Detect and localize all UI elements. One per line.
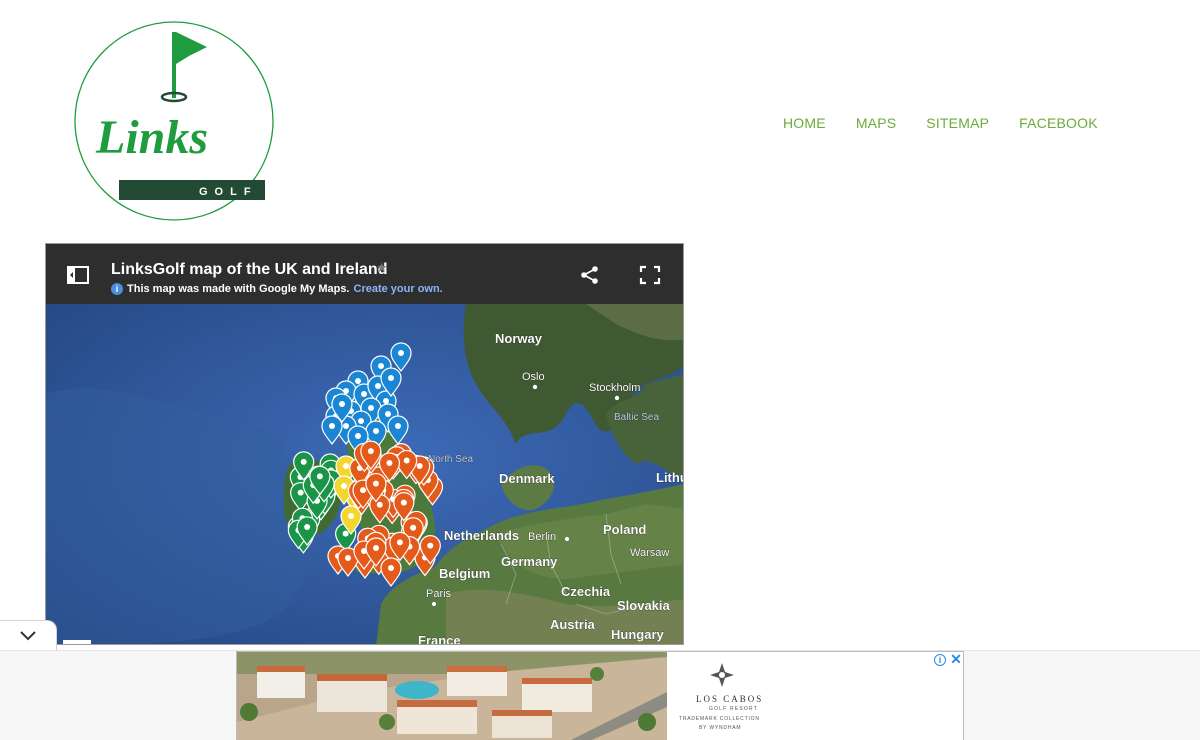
info-icon: i bbox=[111, 283, 123, 295]
map-title[interactable]: LinksGolf map of the UK and Ireland bbox=[111, 261, 387, 279]
label-north-sea: North Sea bbox=[428, 454, 473, 465]
label-stockholm: Stockholm bbox=[589, 382, 640, 394]
label-hungary: Hungary bbox=[611, 627, 665, 642]
map-subtitle-text: This map was made with Google My Maps. bbox=[127, 283, 350, 295]
map-subtitle: i This map was made with Google My Maps.… bbox=[111, 283, 443, 295]
label-warsaw: Warsaw bbox=[630, 547, 669, 559]
ad-brand-sub: GOLF RESORT bbox=[709, 706, 758, 712]
map-pin-dot bbox=[361, 391, 367, 397]
map-pin-dot bbox=[388, 565, 394, 571]
anchor-ad-bar: LOS CABOS GOLF RESORT TRADEMARK COLLECTI… bbox=[0, 650, 1200, 740]
site-logo[interactable]: Links GOLF bbox=[72, 20, 276, 222]
label-oslo: Oslo bbox=[522, 371, 545, 383]
map-pin-dot bbox=[343, 423, 349, 429]
map-header: LinksGolf map of the UK and Ireland ★ i … bbox=[46, 244, 683, 304]
label-lithuania: Lithu bbox=[656, 470, 684, 485]
map-pin-dot bbox=[373, 545, 379, 551]
collapse-ad-button[interactable] bbox=[0, 620, 57, 650]
label-norway: Norway bbox=[495, 331, 543, 346]
map-pin-dot bbox=[355, 433, 361, 439]
map-pin-dot bbox=[372, 480, 379, 487]
map-pin-dot bbox=[304, 523, 311, 530]
map-pin-dot bbox=[343, 463, 349, 469]
map-pin-dot bbox=[345, 555, 351, 561]
map-pin-dot bbox=[358, 418, 364, 424]
map-pin-dot bbox=[348, 513, 354, 519]
logo-sub: GOLF bbox=[199, 186, 258, 198]
map-pin-dot bbox=[398, 350, 404, 356]
ad-brand-panel[interactable]: LOS CABOS GOLF RESORT TRADEMARK COLLECTI… bbox=[669, 652, 963, 740]
map-pin-dot bbox=[297, 489, 304, 496]
ad-banner[interactable]: LOS CABOS GOLF RESORT TRADEMARK COLLECTI… bbox=[236, 651, 964, 740]
map-pin-dot bbox=[355, 378, 361, 384]
label-denmark: Denmark bbox=[499, 471, 555, 486]
map-canvas[interactable]: Norway Oslo Stockholm Baltic Sea North S… bbox=[46, 304, 684, 645]
map-pin-dot bbox=[339, 401, 345, 407]
map-pin-dot bbox=[316, 473, 323, 480]
share-icon[interactable] bbox=[579, 264, 601, 286]
label-belgium: Belgium bbox=[439, 566, 490, 581]
ad-close-icon[interactable]: ✕ bbox=[949, 652, 963, 666]
map-pin-dot bbox=[410, 524, 417, 531]
map-pin-dot bbox=[400, 499, 407, 506]
logo-word: Links bbox=[95, 111, 208, 164]
map-pin-dot bbox=[395, 423, 401, 429]
map-pin-dot bbox=[341, 483, 347, 489]
map-pin-dot bbox=[416, 463, 423, 470]
label-baltic-sea: Baltic Sea bbox=[614, 412, 659, 423]
map-pin-dot bbox=[403, 457, 410, 464]
map-pin-dot bbox=[386, 459, 393, 466]
ad-brand-wyndham: BY WYNDHAM bbox=[699, 725, 742, 731]
page: Links GOLF HOME MAPS SITEMAP FACEBOOK Li… bbox=[0, 0, 1200, 740]
map-pin-dot bbox=[396, 539, 403, 546]
ad-resort-photo[interactable] bbox=[237, 652, 667, 740]
map-pin-dot bbox=[329, 423, 335, 429]
ad-info-icon[interactable]: i bbox=[934, 654, 946, 666]
nav-maps[interactable]: MAPS bbox=[856, 115, 896, 131]
ad-brand-trademark: TRADEMARK COLLECTION bbox=[679, 716, 760, 722]
chevron-down-icon bbox=[20, 630, 36, 640]
map-pin-dot bbox=[368, 405, 374, 411]
map-pin-dot bbox=[342, 530, 349, 537]
map-pin-dot bbox=[373, 428, 379, 434]
nav-sitemap[interactable]: SITEMAP bbox=[926, 115, 989, 131]
nav-home[interactable]: HOME bbox=[783, 115, 826, 131]
map-pin-dot bbox=[378, 363, 384, 369]
map-pin-dot bbox=[300, 458, 307, 465]
label-germany: Germany bbox=[501, 554, 558, 569]
google-my-map-embed[interactable]: LinksGolf map of the UK and Ireland ★ i … bbox=[45, 243, 684, 645]
fullscreen-icon[interactable] bbox=[639, 265, 661, 285]
main-nav: HOME MAPS SITEMAP FACEBOOK bbox=[783, 115, 1098, 131]
map-pin-dot bbox=[427, 542, 434, 549]
label-netherlands: Netherlands bbox=[444, 528, 519, 543]
logo-graphic: Links GOLF bbox=[74, 21, 274, 221]
star-icon[interactable]: ★ bbox=[376, 260, 388, 276]
map-pin-dot bbox=[367, 448, 374, 455]
label-france: France bbox=[418, 633, 461, 645]
label-berlin: Berlin bbox=[528, 531, 556, 543]
map-pin-dot bbox=[385, 411, 391, 417]
label-slovakia: Slovakia bbox=[617, 598, 671, 613]
brand-emblem-icon bbox=[710, 663, 734, 687]
map-pin-dot bbox=[376, 501, 383, 508]
label-poland: Poland bbox=[603, 522, 646, 537]
map-pin-dot bbox=[383, 398, 389, 404]
map-pin-dot bbox=[359, 487, 366, 494]
create-your-own-link[interactable]: Create your own. bbox=[354, 283, 443, 295]
label-czechia: Czechia bbox=[561, 584, 611, 599]
label-paris: Paris bbox=[426, 588, 452, 600]
ad-brand-name: LOS CABOS bbox=[696, 694, 764, 704]
map-control[interactable] bbox=[63, 640, 91, 645]
map-pin-dot bbox=[388, 375, 394, 381]
label-austria: Austria bbox=[550, 617, 596, 632]
map-pin-dot bbox=[375, 383, 381, 389]
side-panel-icon[interactable] bbox=[66, 264, 90, 286]
nav-facebook[interactable]: FACEBOOK bbox=[1019, 115, 1098, 131]
